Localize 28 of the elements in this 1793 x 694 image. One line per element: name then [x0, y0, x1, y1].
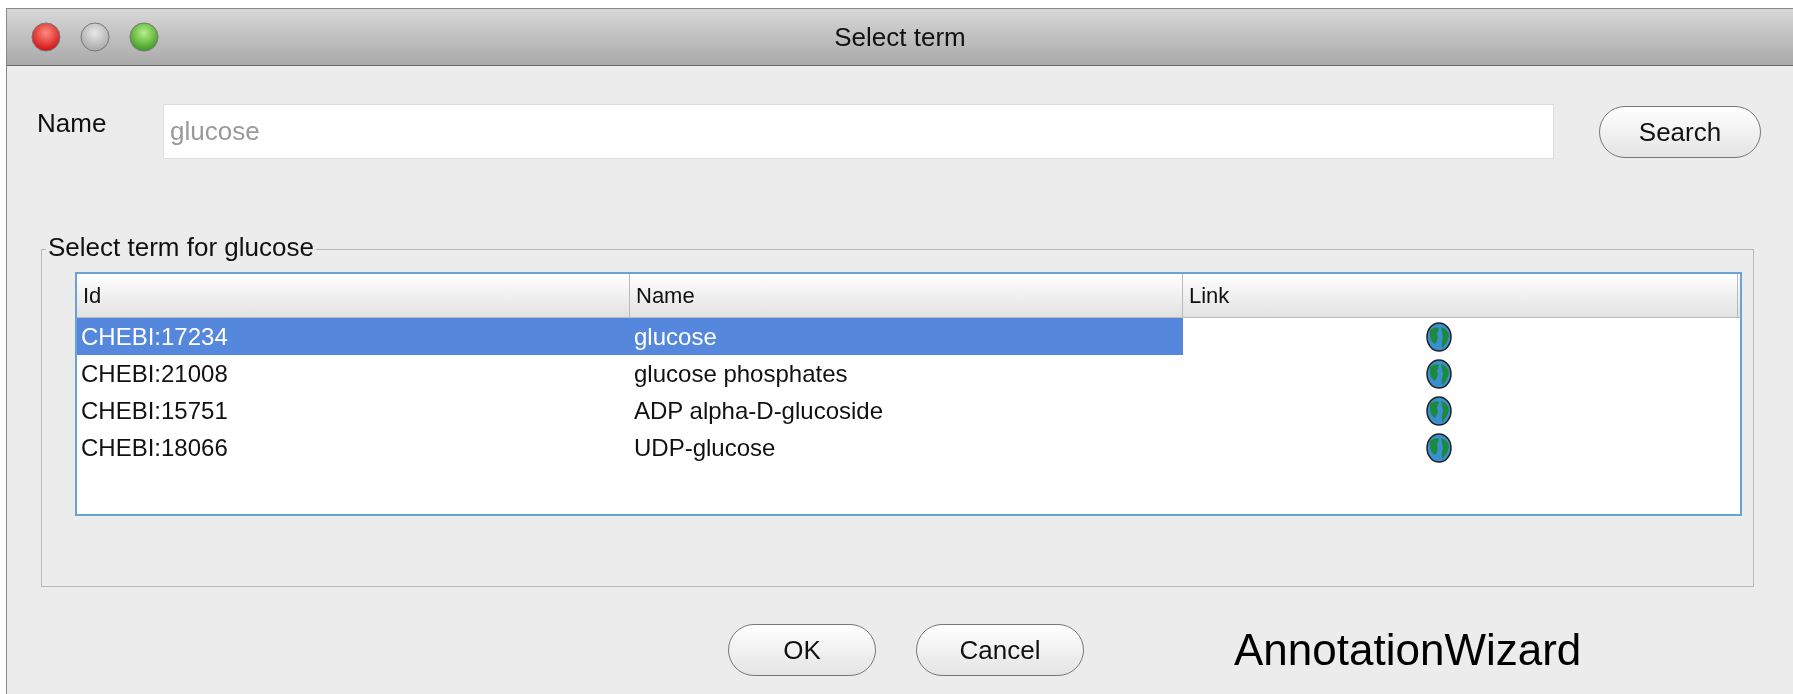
table-cell-text: CHEBI:21008: [80, 359, 229, 389]
column-header[interactable]: Link: [1183, 274, 1738, 317]
table-cell: CHEBI:17234: [77, 318, 630, 355]
table-cell-text: CHEBI:18066: [80, 433, 229, 463]
ok-button[interactable]: OK: [728, 624, 876, 676]
globe-icon[interactable]: [1425, 395, 1452, 426]
table-cell-text: ADP alpha-D-glucoside: [633, 396, 885, 426]
globe-icon[interactable]: [1425, 358, 1452, 389]
close-button[interactable]: [31, 22, 61, 52]
table-row[interactable]: CHEBI:18066 UDP-glucose: [77, 429, 1740, 466]
table-cell-text: glucose phosphates: [633, 359, 849, 389]
table-cell-text: CHEBI:15751: [80, 396, 229, 426]
column-header[interactable]: Name: [630, 274, 1183, 317]
search-button[interactable]: Search: [1599, 106, 1761, 158]
minimize-button[interactable]: [80, 22, 110, 52]
globe-icon[interactable]: [1425, 432, 1452, 463]
zoom-button[interactable]: [129, 22, 159, 52]
column-header[interactable]: Id: [77, 274, 630, 317]
table-row[interactable]: CHEBI:17234 glucose: [77, 318, 1740, 355]
table-row[interactable]: CHEBI:15751 ADP alpha-D-glucoside: [77, 392, 1740, 429]
table-cell: glucose: [630, 318, 1183, 355]
name-label: Name: [37, 107, 108, 140]
table-cell-text: UDP-glucose: [633, 433, 777, 463]
cancel-button[interactable]: Cancel: [916, 624, 1084, 676]
table-row[interactable]: CHEBI:21008 glucose phosphates: [77, 355, 1740, 392]
globe-icon[interactable]: [1425, 321, 1452, 352]
caption: AnnotationWizard: [1234, 624, 1582, 676]
window-title: Select term: [834, 20, 966, 54]
